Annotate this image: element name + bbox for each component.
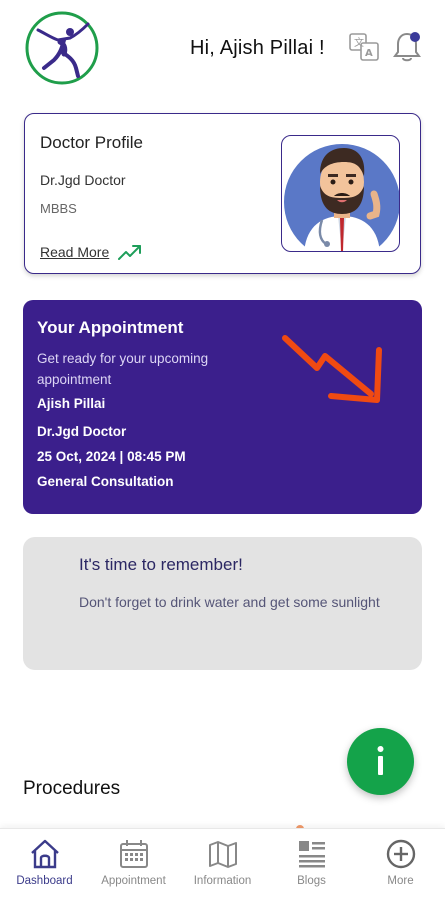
map-icon bbox=[208, 841, 237, 868]
nav-item-blogs[interactable]: Blogs bbox=[267, 829, 356, 900]
appointment-type: General Consultation bbox=[37, 474, 174, 489]
reminder-text: Don't forget to drink water and get some… bbox=[79, 594, 380, 610]
app-header: Hi, Ajish Pillai ! 文 A bbox=[0, 0, 445, 100]
bell-icon bbox=[393, 32, 421, 62]
nav-item-dashboard[interactable]: Dashboard bbox=[0, 829, 89, 900]
home-icon bbox=[30, 839, 59, 869]
app-logo-icon bbox=[25, 11, 99, 85]
reminder-title: It's time to remember! bbox=[79, 555, 243, 574]
trend-down-arrow-icon bbox=[282, 335, 382, 403]
profile-card-title: Doctor Profile bbox=[40, 133, 143, 152]
translate-button[interactable]: 文 A bbox=[348, 31, 380, 63]
appointment-doctor: Dr.Jgd Doctor bbox=[37, 424, 127, 439]
doctor-name: Dr.Jgd Doctor bbox=[40, 172, 126, 188]
trend-up-arrow-icon bbox=[118, 245, 142, 260]
doctor-avatar bbox=[281, 135, 400, 252]
nav-item-more[interactable]: More bbox=[356, 829, 445, 900]
reminder-card: It's time to remember! Don't forget to d… bbox=[23, 537, 422, 670]
doctor-illustration-icon bbox=[284, 144, 399, 251]
notifications-button[interactable] bbox=[392, 30, 422, 64]
nav-item-information[interactable]: Information bbox=[178, 829, 267, 900]
read-more-link[interactable]: Read More bbox=[40, 243, 143, 261]
info-fab-button[interactable] bbox=[347, 728, 414, 795]
appointment-title: Your Appointment bbox=[37, 318, 184, 337]
translate-icon: 文 A bbox=[349, 33, 379, 61]
nav-label-dashboard: Dashboard bbox=[16, 875, 73, 887]
appointment-datetime: 25 Oct, 2024 | 08:45 PM bbox=[37, 449, 186, 464]
doctor-degree: MBBS bbox=[40, 201, 77, 216]
nav-label-information: Information bbox=[193, 875, 252, 887]
read-more-label: Read More bbox=[40, 244, 110, 260]
procedures-heading: Procedures bbox=[23, 778, 121, 799]
appointment-subtitle: Get ready for your upcoming appointment bbox=[37, 351, 209, 387]
doctor-profile-card[interactable]: Doctor Profile Dr.Jgd Doctor MBBS Read M… bbox=[24, 113, 421, 274]
greeting-text: Hi, Ajish Pillai ! bbox=[190, 37, 325, 59]
nav-label-appointment: Appointment bbox=[101, 875, 166, 887]
info-icon bbox=[377, 746, 384, 775]
blog-list-icon bbox=[298, 841, 325, 868]
nav-label-more: More bbox=[387, 875, 414, 887]
calendar-icon bbox=[119, 840, 148, 868]
nav-item-appointment[interactable]: Appointment bbox=[89, 829, 178, 900]
svg-text:文: 文 bbox=[354, 36, 364, 49]
appointment-card[interactable]: Your Appointment Get ready for your upco… bbox=[23, 300, 422, 514]
bottom-navigation: Dashboard Appointment Information Blogs … bbox=[0, 828, 445, 900]
appointment-patient: Ajish Pillai bbox=[37, 396, 106, 411]
plus-circle-icon bbox=[386, 839, 415, 869]
svg-text:A: A bbox=[365, 48, 373, 59]
nav-label-blogs: Blogs bbox=[297, 875, 326, 887]
